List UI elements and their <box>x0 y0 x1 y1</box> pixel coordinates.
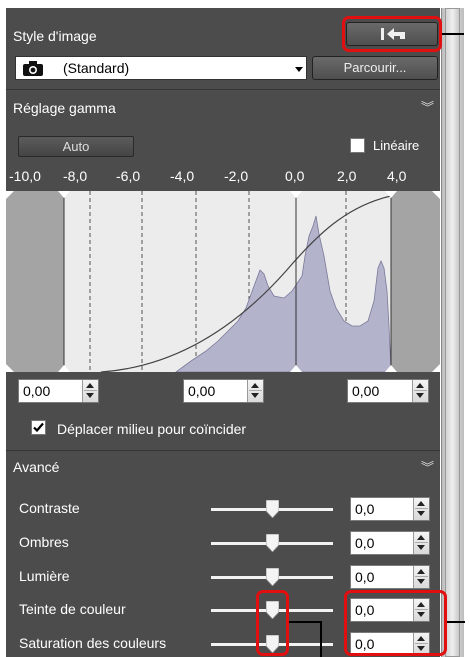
divider <box>6 450 440 451</box>
gamma-section-title: Réglage gamma <box>13 100 116 116</box>
slider-thumb[interactable] <box>266 500 279 518</box>
picture-style-panel: Style d'image (Standard) Parcourir... Ré… <box>6 8 440 657</box>
slider-value: 0,0 <box>355 501 375 517</box>
move-midpoint-checkbox[interactable] <box>31 420 46 435</box>
highlight-clip-region <box>391 191 440 372</box>
slider-value-field[interactable]: 0,0 <box>350 531 430 555</box>
shadow-spinner[interactable] <box>82 380 98 402</box>
slider-label: Ombres <box>19 534 69 550</box>
value-field-highlight <box>344 590 447 656</box>
axis-tick-label: 0,0 <box>285 168 305 184</box>
slider-label: Contraste <box>19 500 80 516</box>
slider-thumb-highlight <box>256 590 289 656</box>
axis-tick-label: -6,0 <box>116 168 141 184</box>
picture-style-value: (Standard) <box>63 60 130 76</box>
reset-button-highlight <box>342 16 442 52</box>
slider-value: 0,0 <box>355 535 375 551</box>
slider-thumb[interactable] <box>266 568 279 586</box>
collapse-chevron-icon[interactable]: ︾ <box>421 101 434 114</box>
picture-style-dropdown[interactable]: (Standard) <box>15 56 307 80</box>
axis-tick-label: -10,0 <box>9 168 41 184</box>
slider-thumb[interactable] <box>266 534 279 552</box>
slider-label: Saturation des couleurs <box>19 635 167 651</box>
midpoint-value: 0,00 <box>188 383 216 399</box>
slider-value: 0,0 <box>355 569 375 585</box>
dropdown-arrow-icon <box>295 67 303 72</box>
slider-label: Teinte de couleur <box>19 601 126 617</box>
slider-label: Lumière <box>19 568 70 584</box>
callout-line <box>447 621 465 623</box>
axis-tick-label: 2,0 <box>337 168 357 184</box>
checkmark-icon <box>33 422 44 433</box>
highlight-value: 0,00 <box>352 383 380 399</box>
callout-line <box>320 621 322 657</box>
linear-checkbox[interactable] <box>350 138 365 153</box>
slider-value-spinner[interactable] <box>413 566 429 588</box>
shadow-value: 0,00 <box>23 383 51 399</box>
browse-button[interactable]: Parcourir... <box>312 56 438 80</box>
divider <box>6 89 440 90</box>
shadow-value-field[interactable]: 0,00 <box>18 379 99 403</box>
highlight-spinner[interactable] <box>412 380 428 402</box>
gamma-histogram[interactable] <box>6 186 440 372</box>
collapse-chevron-icon[interactable]: ︾ <box>421 461 434 474</box>
midpoint-spinner[interactable] <box>247 380 263 402</box>
camera-icon <box>23 61 43 76</box>
move-midpoint-label: Déplacer milieu pour coïncider <box>57 421 247 437</box>
axis-tick-label: -4,0 <box>170 168 195 184</box>
axis-tick-label: -8,0 <box>63 168 88 184</box>
highlight-value-field[interactable]: 0,00 <box>347 379 429 403</box>
slider-value-spinner[interactable] <box>413 532 429 554</box>
advanced-section-title: Avancé <box>13 459 60 475</box>
panel-scrollbar[interactable] <box>441 8 464 657</box>
slider-value-field[interactable]: 0,0 <box>350 497 430 521</box>
slider-value-field[interactable]: 0,0 <box>350 565 430 589</box>
callout-line <box>442 33 464 35</box>
auto-button[interactable]: Auto <box>18 136 134 157</box>
shadow-clip-region <box>6 191 64 372</box>
callout-line <box>289 621 321 623</box>
axis-tick-label: 4,0 <box>387 168 407 184</box>
linear-label: Linéaire <box>373 138 420 153</box>
style-section-title: Style d'image <box>13 28 97 44</box>
axis-tick-label: -2,0 <box>224 168 249 184</box>
scrollbar-thumb[interactable] <box>445 8 460 657</box>
midpoint-value-field[interactable]: 0,00 <box>183 379 264 403</box>
slider-value-spinner[interactable] <box>413 498 429 520</box>
